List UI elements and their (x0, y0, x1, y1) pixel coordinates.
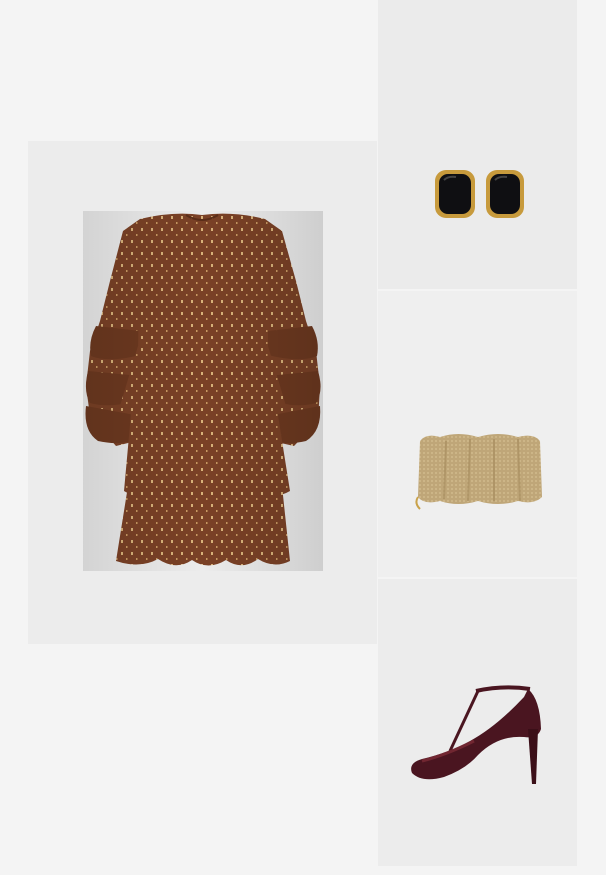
earring-right (486, 170, 524, 218)
outfit-collage: { "collage": { "items": [ {"id": "dress"… (0, 0, 606, 875)
clutch-product-tile[interactable] (378, 291, 577, 577)
earrings-product-tile[interactable] (378, 0, 577, 289)
clutch-bag (415, 434, 542, 510)
dress-product-tile[interactable] (28, 141, 377, 644)
dress-image (83, 211, 323, 571)
heel-shoe (411, 685, 541, 784)
dress-illustration (83, 211, 323, 571)
earrings-image (435, 170, 524, 218)
heels-product-tile[interactable] (378, 579, 577, 866)
clutch-image (415, 434, 542, 510)
heels-image (411, 685, 541, 784)
earring-left (435, 170, 475, 218)
